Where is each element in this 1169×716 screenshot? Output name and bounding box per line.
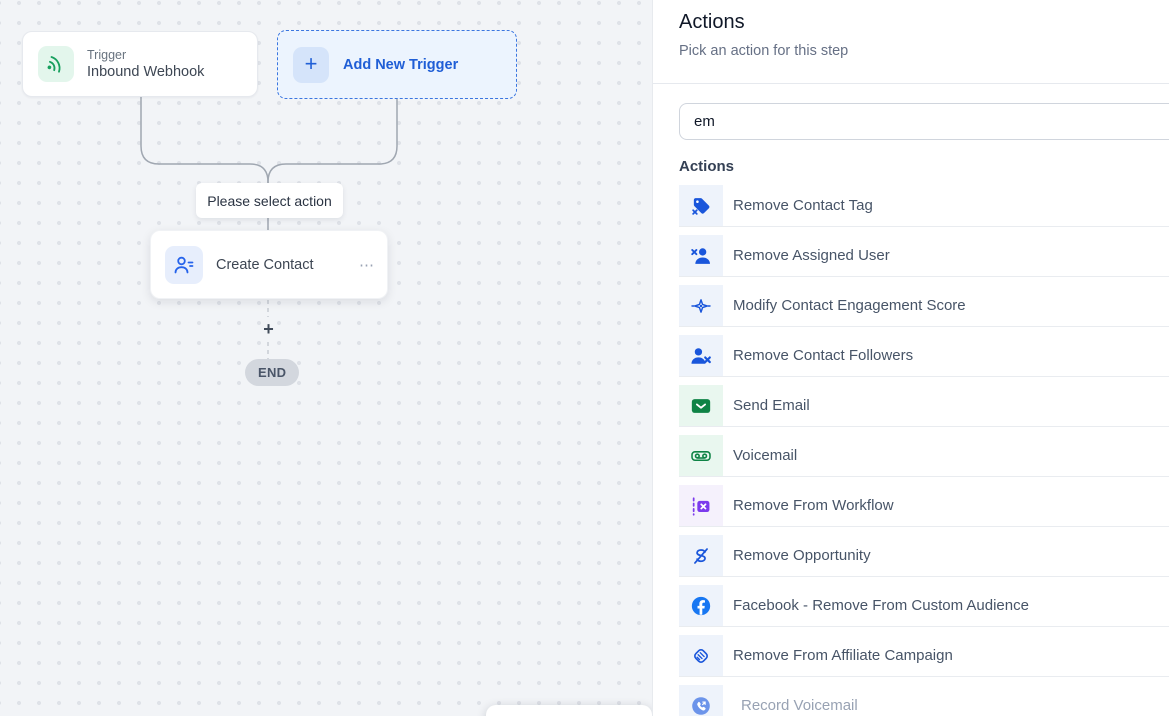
action-item-send-email[interactable]: Send Email — [679, 385, 1169, 427]
action-item-label: Remove Contact Followers — [723, 335, 913, 376]
select-action-prompt: Please select action — [196, 183, 343, 218]
actions-section-label: Actions — [679, 158, 1169, 175]
action-item-label: Remove From Workflow — [723, 485, 894, 526]
tag-remove-icon — [679, 185, 723, 226]
end-badge: END — [245, 359, 299, 386]
record-voicemail-icon — [679, 685, 723, 716]
action-list: Remove Contact Tag Remove Assigned User … — [653, 185, 1169, 716]
followers-remove-icon — [679, 335, 723, 376]
panel-title: Actions — [679, 11, 1169, 34]
affiliate-icon — [679, 635, 723, 676]
action-node-label: Create Contact — [216, 257, 346, 273]
plus-icon: + — [293, 47, 329, 83]
email-icon — [679, 385, 723, 426]
connector-lines — [0, 0, 652, 716]
webhook-icon — [38, 46, 74, 82]
action-search-input[interactable] — [679, 103, 1169, 140]
add-new-trigger-label: Add New Trigger — [343, 57, 458, 73]
workflow-canvas[interactable]: Trigger Inbound Webhook + Add New Trigge… — [0, 0, 652, 716]
trigger-type-label: Trigger — [87, 48, 204, 62]
add-step-button[interactable]: + — [258, 319, 279, 340]
action-item-record-voicemail[interactable]: Record Voicemail — [679, 685, 1169, 716]
trigger-node[interactable]: Trigger Inbound Webhook — [22, 31, 258, 97]
action-item-remove-from-workflow[interactable]: Remove From Workflow — [679, 485, 1169, 527]
action-item-remove-assigned-user[interactable]: Remove Assigned User — [679, 235, 1169, 277]
opportunity-remove-icon — [679, 535, 723, 576]
action-item-label: Modify Contact Engagement Score — [723, 285, 966, 326]
node-menu-button[interactable]: ⋯ — [359, 256, 375, 274]
contact-icon — [165, 246, 203, 284]
action-item-remove-contact-tag[interactable]: Remove Contact Tag — [679, 185, 1169, 227]
action-item-remove-from-affiliate-campaign[interactable]: Remove From Affiliate Campaign — [679, 635, 1169, 677]
action-item-label: Remove Contact Tag — [723, 185, 873, 226]
action-item-label: Remove Assigned User — [723, 235, 890, 276]
action-item-label: Voicemail — [723, 435, 797, 476]
workflow-remove-icon — [679, 485, 723, 526]
actions-panel: Actions Pick an action for this step Act… — [652, 0, 1169, 716]
action-item-label: Record Voicemail — [723, 685, 858, 716]
canvas-toolbar[interactable] — [486, 705, 652, 716]
action-item-label: Send Email — [723, 385, 810, 426]
action-item-voicemail[interactable]: Voicemail — [679, 435, 1169, 477]
action-item-label: Facebook - Remove From Custom Audience — [723, 585, 1029, 626]
voicemail-icon — [679, 435, 723, 476]
action-item-facebook-remove-from-custom-audience[interactable]: Facebook - Remove From Custom Audience — [679, 585, 1169, 627]
engagement-score-icon — [679, 285, 723, 326]
trigger-name: Inbound Webhook — [87, 64, 204, 80]
action-item-remove-contact-followers[interactable]: Remove Contact Followers — [679, 335, 1169, 377]
action-item-label: Remove From Affiliate Campaign — [723, 635, 953, 676]
panel-subtitle: Pick an action for this step — [679, 43, 1169, 59]
action-item-remove-opportunity[interactable]: Remove Opportunity — [679, 535, 1169, 577]
user-remove-icon — [679, 235, 723, 276]
add-new-trigger-button[interactable]: + Add New Trigger — [277, 30, 517, 99]
action-node-create-contact[interactable]: Create Contact ⋯ — [150, 230, 388, 299]
action-item-modify-contact-engagement-score[interactable]: Modify Contact Engagement Score — [679, 285, 1169, 327]
action-item-label: Remove Opportunity — [723, 535, 871, 576]
panel-header: Actions Pick an action for this step — [653, 0, 1169, 84]
facebook-icon — [679, 585, 723, 626]
